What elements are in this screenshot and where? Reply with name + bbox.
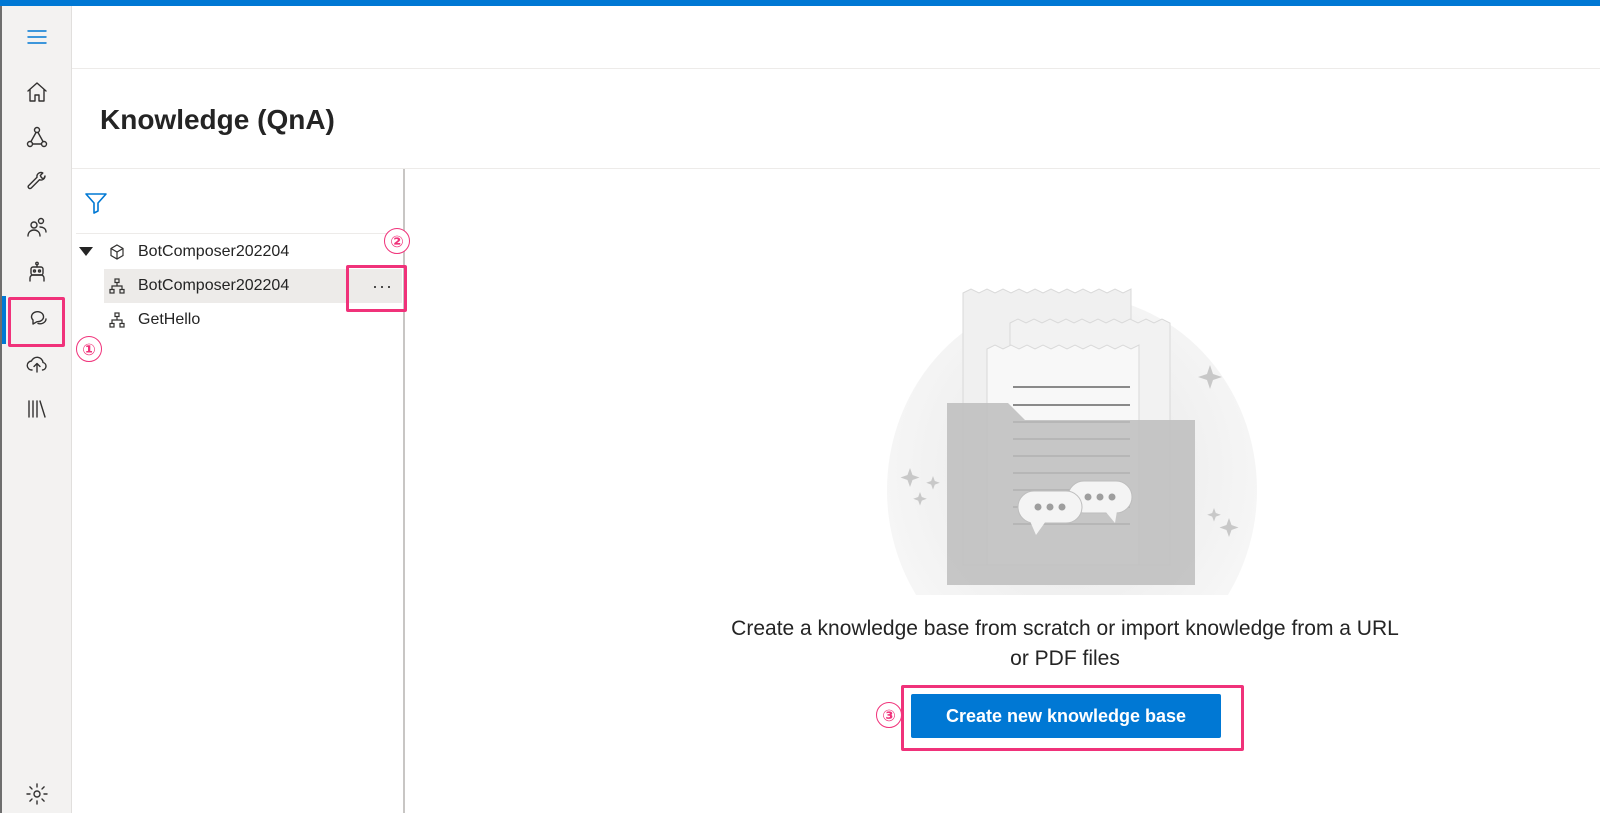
dialog-tree-icon [108, 277, 126, 295]
page-title: Knowledge (QnA) [100, 104, 335, 135]
divider [76, 233, 404, 234]
cube-icon [108, 243, 126, 261]
dialog-tree-icon [108, 311, 126, 329]
tree-item-label: GetHello [138, 311, 201, 328]
active-nav-indicator [2, 296, 6, 344]
menu-icon[interactable] [22, 22, 52, 52]
publish-icon[interactable] [22, 349, 52, 379]
package-manager-icon[interactable] [22, 394, 52, 424]
empty-state-message: Create a knowledge base from scratch or … [731, 617, 1399, 670]
tree-item-label: BotComposer202204 [138, 277, 290, 294]
settings-icon[interactable] [22, 779, 52, 809]
command-bar [72, 6, 1600, 69]
design-icon[interactable] [22, 122, 52, 152]
home-icon[interactable] [22, 77, 52, 107]
annotation-highlight-3 [901, 685, 1244, 751]
annotation-callout-2: ② [384, 228, 410, 254]
annotation-callout-3: ③ [876, 702, 902, 728]
filter-icon[interactable] [83, 190, 109, 216]
bot-responses-icon[interactable] [22, 257, 52, 287]
knowledge-illustration [887, 288, 1257, 595]
annotation-highlight-1 [8, 297, 65, 347]
tree-item-label: BotComposer202204 [138, 243, 290, 260]
users-icon[interactable] [22, 212, 52, 242]
nav-rail [2, 6, 72, 813]
collapse-caret-icon[interactable] [79, 247, 93, 256]
annotation-highlight-2 [346, 265, 407, 312]
tree-root-bot[interactable]: BotComposer202204 [108, 235, 398, 269]
configure-icon[interactable] [22, 167, 52, 197]
annotation-callout-1: ① [76, 336, 102, 362]
